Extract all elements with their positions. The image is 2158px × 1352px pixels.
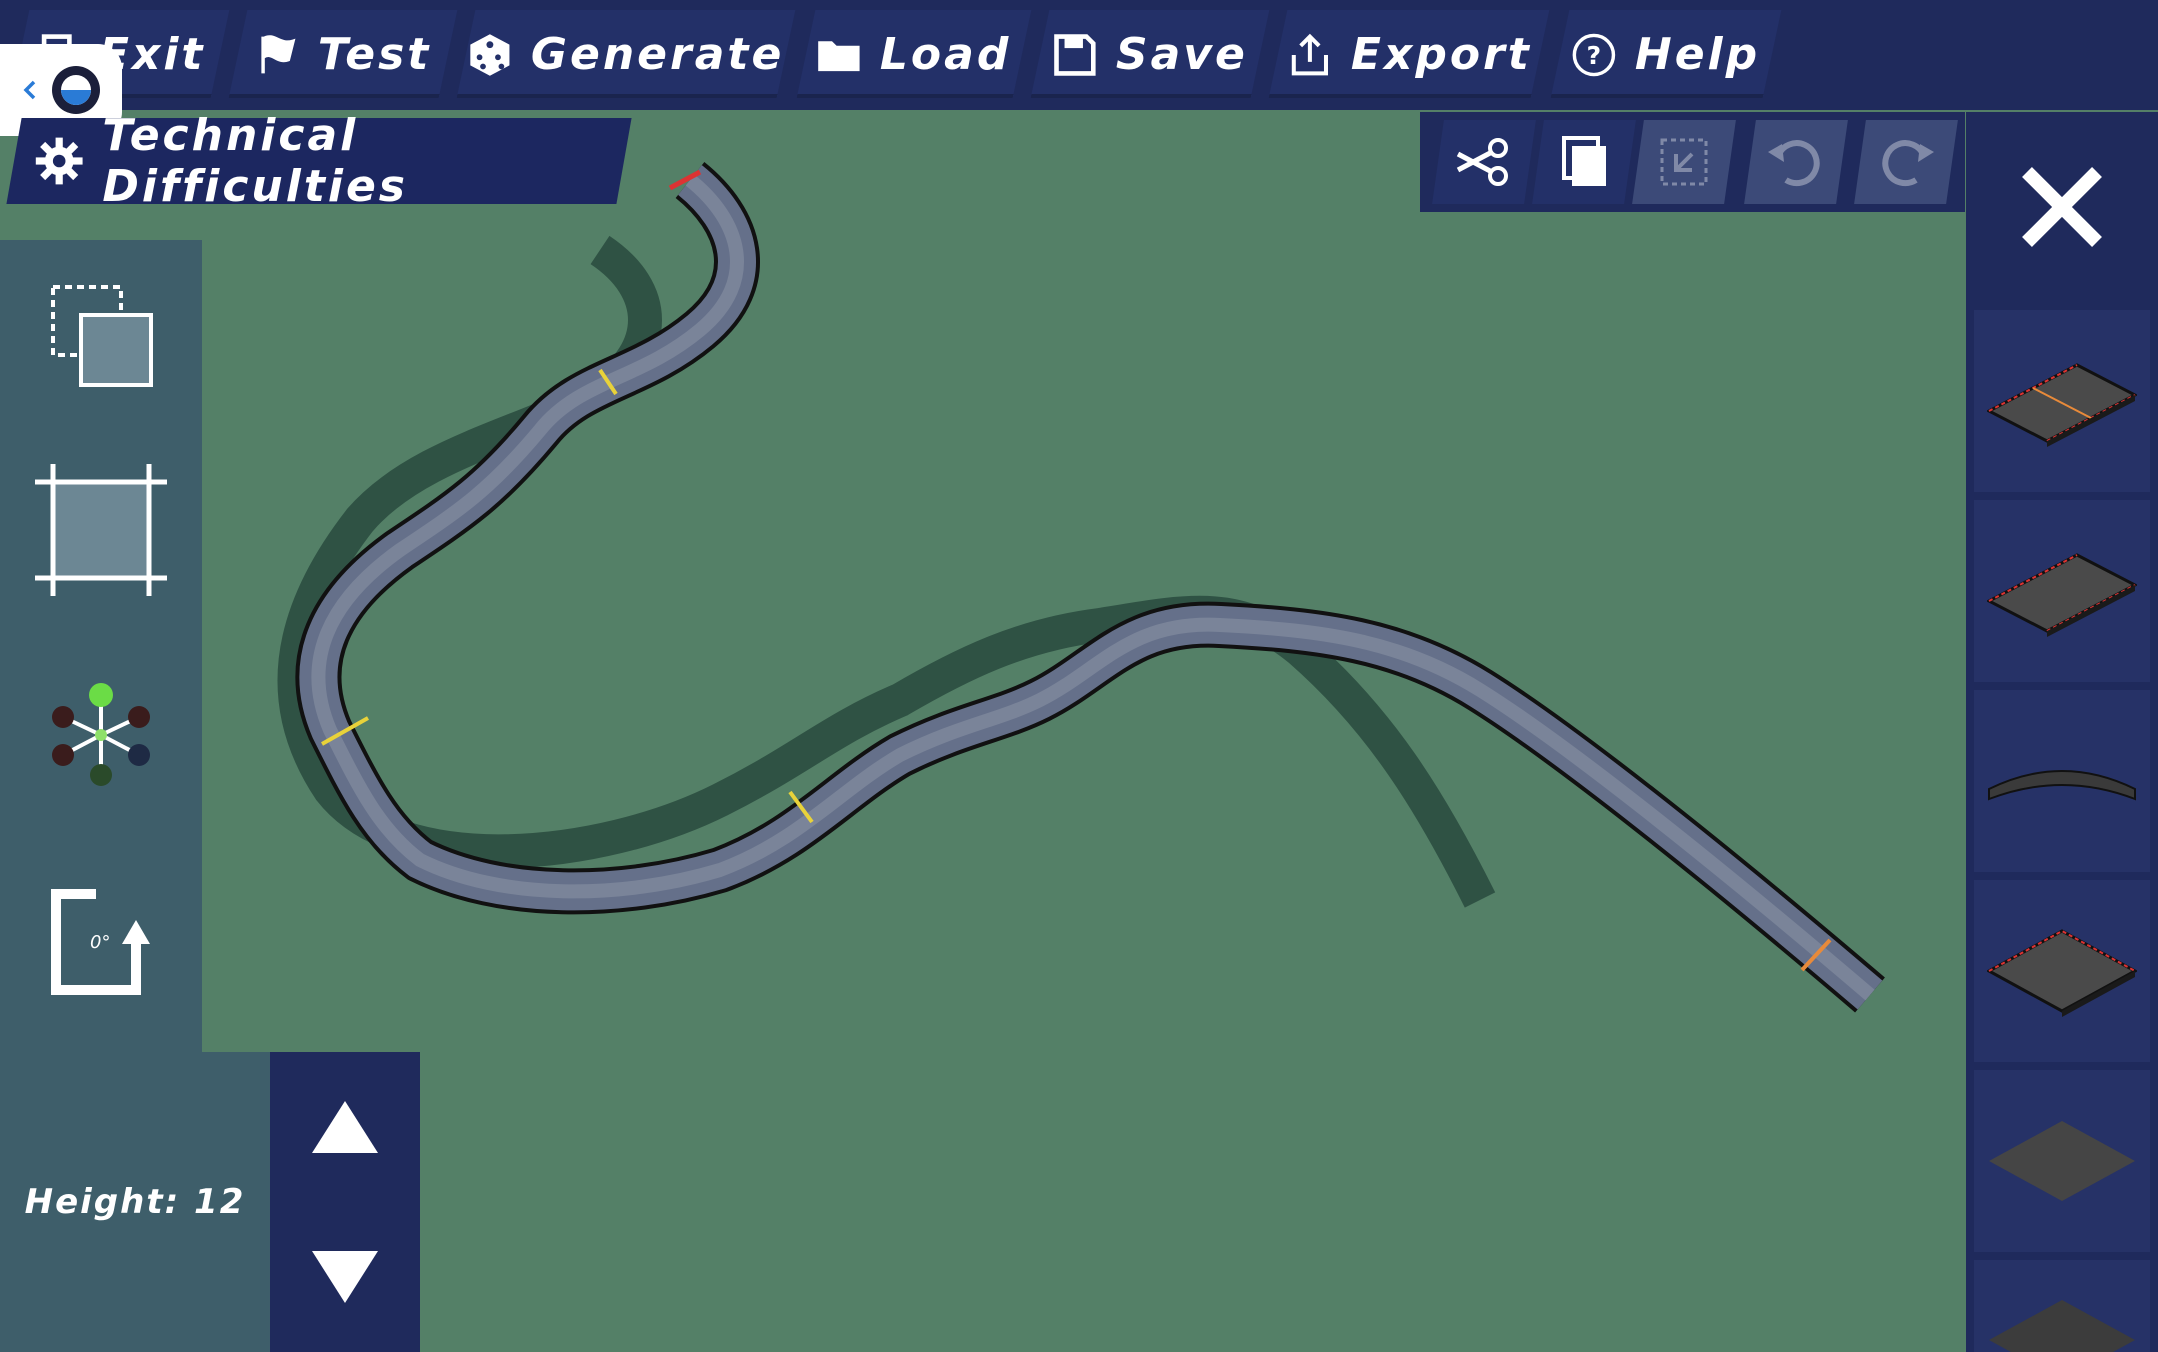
crop-area-icon bbox=[35, 464, 167, 596]
height-up-button[interactable] bbox=[270, 1052, 420, 1202]
test-button[interactable]: Test bbox=[228, 10, 458, 98]
piece-ramp[interactable] bbox=[1974, 1260, 2150, 1352]
node-tool[interactable] bbox=[0, 640, 202, 830]
load-label: Load bbox=[880, 28, 1012, 80]
save-button[interactable]: Save bbox=[1030, 10, 1270, 98]
redo-icon bbox=[1882, 140, 1934, 187]
help-button[interactable]: ? Help bbox=[1550, 10, 1782, 98]
cut-button[interactable] bbox=[1432, 120, 1536, 204]
piece-curve[interactable] bbox=[1974, 690, 2150, 872]
rotation-value: 0° bbox=[90, 932, 111, 953]
copy-icon bbox=[1562, 136, 1606, 186]
gear-icon bbox=[35, 137, 83, 185]
export-button[interactable]: Export bbox=[1268, 10, 1550, 98]
export-label: Export bbox=[1350, 28, 1532, 80]
left-tool-panel: 0° bbox=[0, 240, 202, 1052]
piece-corner[interactable] bbox=[1974, 880, 2150, 1062]
flat-piece-icon bbox=[1989, 1121, 2135, 1201]
scissors-icon bbox=[1456, 138, 1508, 186]
straight-piece-icon bbox=[1987, 553, 2137, 637]
curve-piece-icon bbox=[1988, 770, 2136, 801]
edit-toolbar bbox=[1420, 112, 1965, 212]
floppy-icon bbox=[1054, 33, 1096, 75]
rotate-tool[interactable]: 0° bbox=[0, 850, 202, 1040]
generate-button[interactable]: Generate bbox=[456, 10, 796, 98]
piece-palette bbox=[1966, 112, 2158, 1352]
piece-flat[interactable] bbox=[1974, 1070, 2150, 1252]
node-network-icon bbox=[52, 683, 150, 786]
close-icon bbox=[2022, 167, 2102, 247]
area-tool[interactable] bbox=[0, 435, 202, 625]
start-piece-icon bbox=[1987, 363, 2137, 447]
export-icon bbox=[1291, 32, 1328, 75]
piece-start-finish[interactable] bbox=[1974, 310, 2150, 492]
selection-icon bbox=[51, 285, 153, 387]
track-road bbox=[299, 165, 1883, 1010]
close-button[interactable] bbox=[1966, 112, 2158, 302]
height-label: Height: 12 bbox=[24, 1182, 246, 1222]
triangle-down-icon bbox=[312, 1251, 378, 1303]
help-label: Help bbox=[1635, 28, 1761, 80]
copy-button[interactable] bbox=[1532, 120, 1636, 204]
dice-icon bbox=[470, 33, 510, 75]
svg-text:?: ? bbox=[1587, 40, 1602, 69]
triangle-up-icon bbox=[312, 1101, 378, 1153]
select-tool[interactable] bbox=[0, 240, 202, 430]
ramp-piece-icon bbox=[1989, 1300, 2135, 1352]
height-down-button[interactable] bbox=[270, 1202, 420, 1352]
corner-piece-icon bbox=[1987, 929, 2137, 1017]
track-title: Technical Difficulties bbox=[102, 110, 408, 212]
flag-icon bbox=[261, 34, 296, 73]
help-icon: ? bbox=[1573, 32, 1616, 76]
save-label: Save bbox=[1116, 28, 1248, 80]
generate-label: Generate bbox=[531, 28, 785, 80]
paste-icon bbox=[1660, 138, 1708, 186]
undo-icon bbox=[1768, 140, 1820, 187]
folder-icon bbox=[818, 40, 860, 71]
paste-button[interactable] bbox=[1632, 120, 1736, 204]
piece-straight[interactable] bbox=[1974, 500, 2150, 682]
test-label: Test bbox=[318, 28, 432, 80]
height-panel: Height: 12 bbox=[0, 1052, 270, 1352]
track-shadow bbox=[277, 235, 1496, 908]
load-button[interactable]: Load bbox=[796, 10, 1032, 98]
redo-button[interactable] bbox=[1854, 120, 1958, 204]
undo-button[interactable] bbox=[1744, 120, 1848, 204]
top-menu-bar: Exit Test Generate Load Save Export ? He… bbox=[0, 0, 2158, 110]
height-controls bbox=[270, 1052, 420, 1352]
track-settings-button[interactable]: Technical Difficulties bbox=[6, 110, 632, 212]
chevron-left-icon bbox=[23, 80, 36, 100]
